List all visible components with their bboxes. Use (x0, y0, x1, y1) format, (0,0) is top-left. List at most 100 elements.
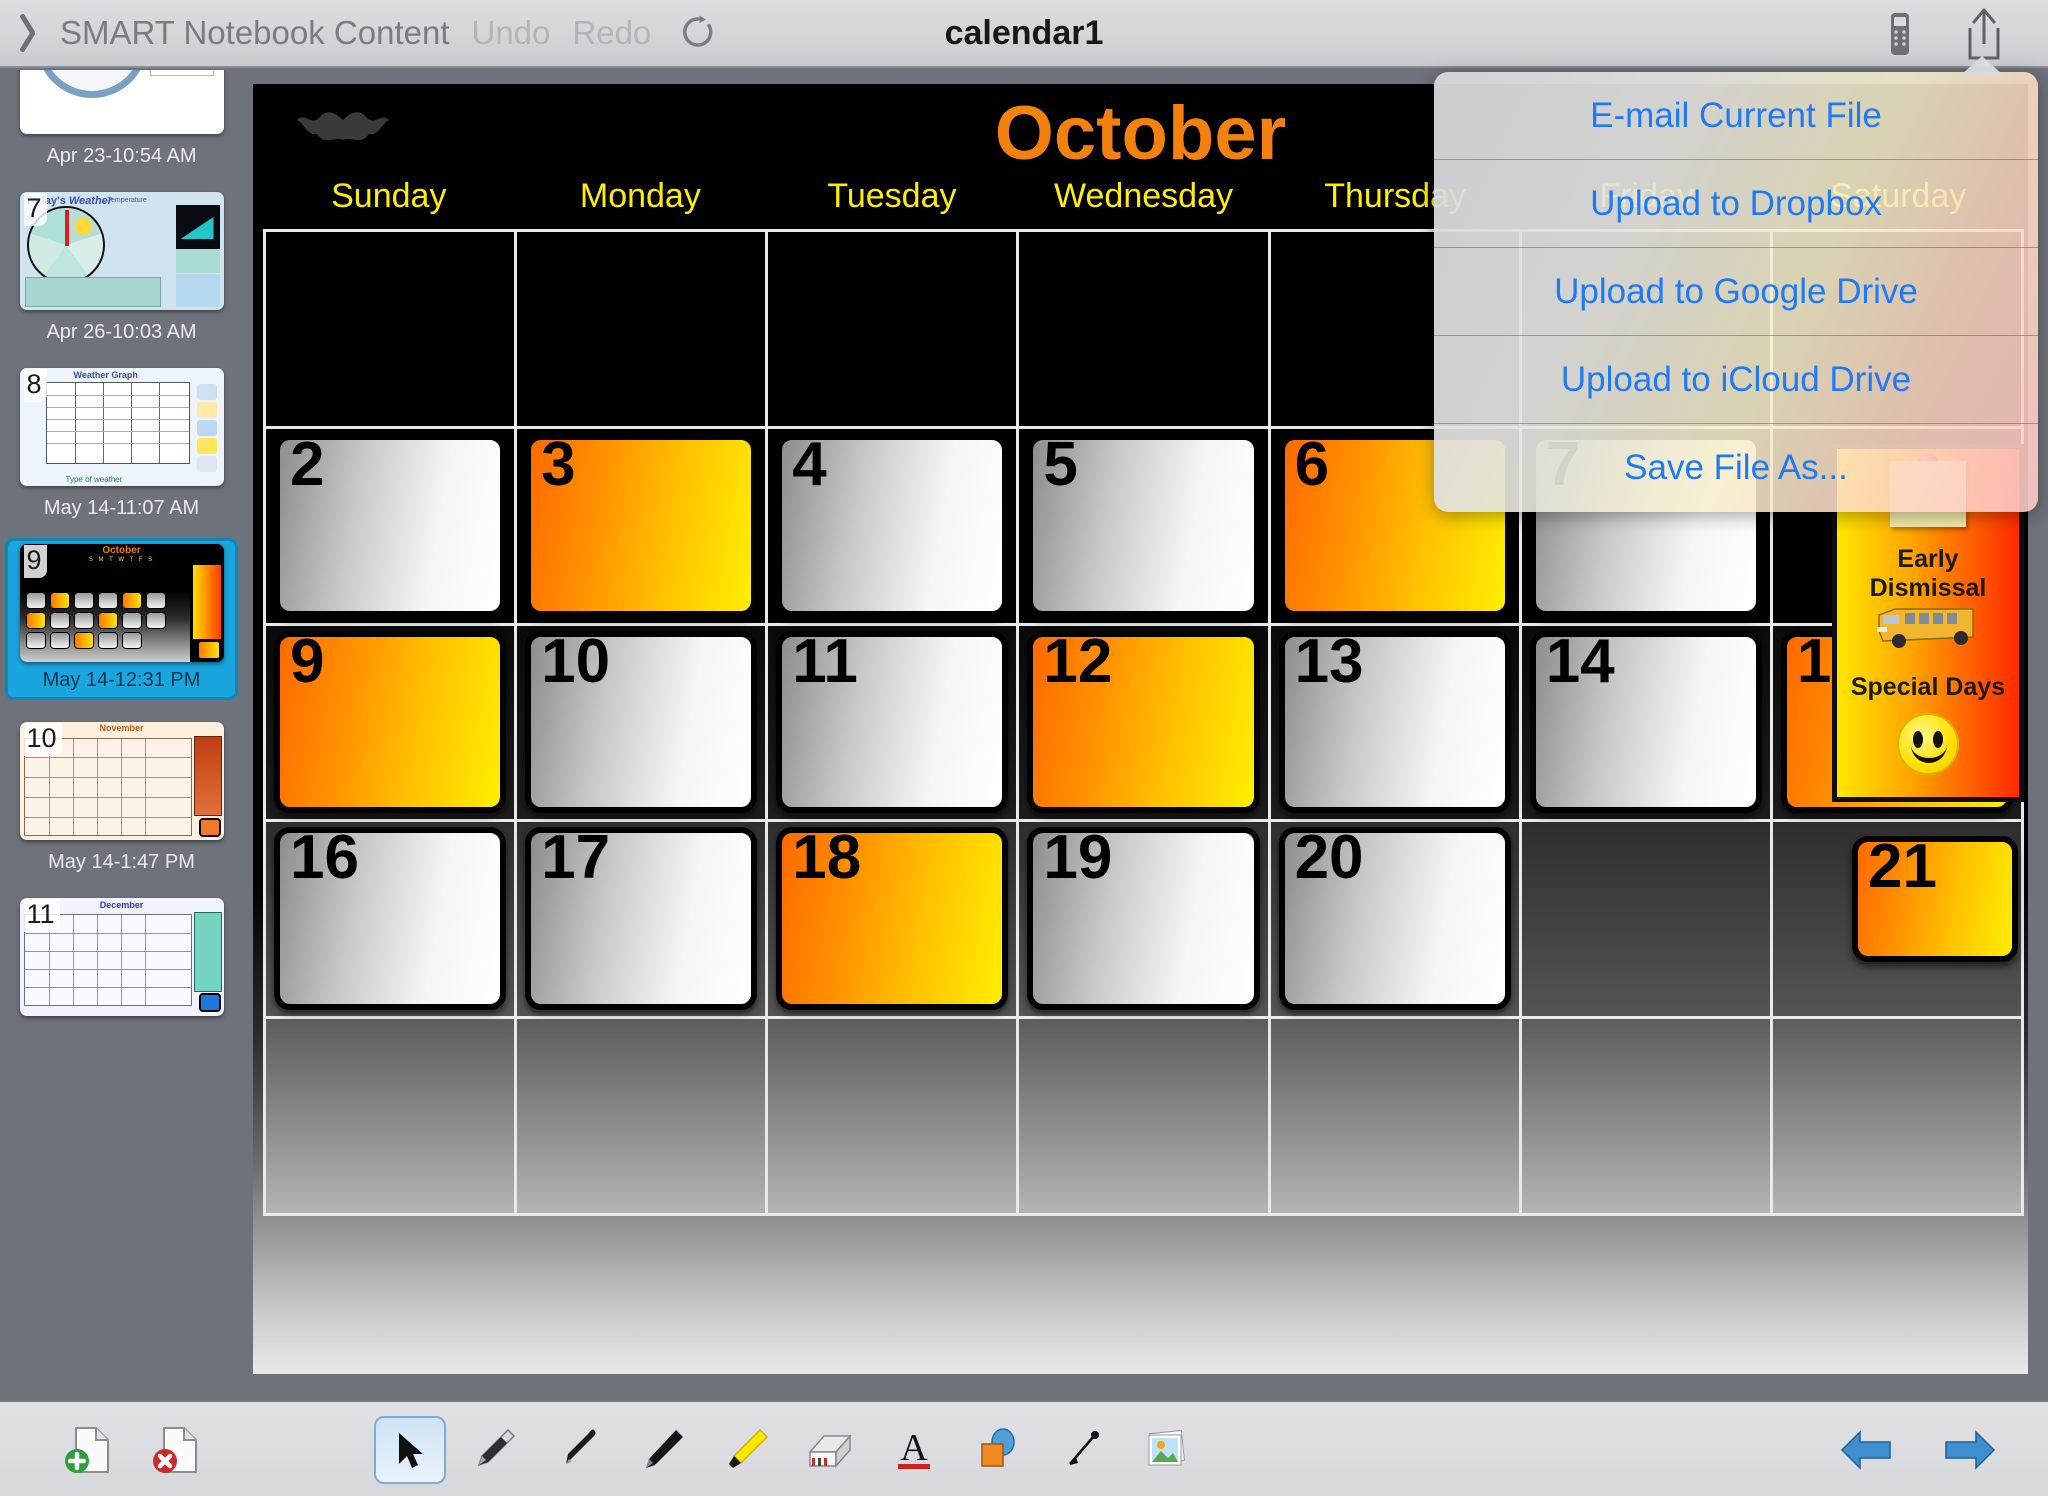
day-tile[interactable]: 20 (1278, 827, 1511, 1011)
marker-tool[interactable] (626, 1416, 698, 1484)
calendar-cell[interactable] (1019, 232, 1268, 426)
day-number: 9 (290, 626, 325, 696)
back-label[interactable]: SMART Notebook Content (60, 14, 450, 52)
previous-page-button[interactable] (1830, 1416, 1902, 1484)
sun-icon (74, 218, 92, 235)
upload-icloud-drive[interactable]: Upload to iCloud Drive (1434, 336, 2038, 424)
calendar-cell[interactable]: 9 (266, 625, 515, 820)
save-file-as[interactable]: Save File As... (1434, 424, 2038, 512)
thumbnail-page-number: 11 (23, 899, 60, 932)
undo-button[interactable]: Undo (472, 14, 551, 52)
calendar-cell[interactable]: 16 (266, 822, 515, 1017)
day-tile[interactable]: 2 (274, 433, 507, 617)
thumbnail-image[interactable]: 11 December (19, 898, 224, 1016)
calendar-cell[interactable] (768, 1019, 1017, 1213)
calendar-cell[interactable]: 11 (768, 625, 1017, 820)
sidebar-item-page-9[interactable]: 9 October S M T W T F S May 14-12:31 PM (5, 538, 238, 700)
refresh-icon[interactable] (679, 14, 717, 52)
delete-page-button[interactable] (140, 1416, 212, 1484)
list-item[interactable]: 8 Weather Graph Type of weather (5, 362, 238, 490)
email-current-file[interactable]: E-mail Current File (1434, 72, 2038, 160)
calendar-cell[interactable]: 2 (266, 428, 515, 623)
day-tile[interactable]: 3 (525, 429, 758, 617)
eraser-tool[interactable] (794, 1416, 866, 1484)
calendar-cell[interactable]: 18 (768, 822, 1017, 1017)
page-add-icon (65, 1427, 109, 1473)
day-tile[interactable]: 5 (1027, 433, 1260, 617)
list-item[interactable]: 10 November (5, 716, 238, 844)
thumbnail-page-number: 7 (23, 193, 47, 226)
remote-device-icon[interactable] (1880, 12, 1920, 56)
thumb-day-tile (198, 818, 221, 837)
floating-day-tile-21[interactable]: 21 (1852, 836, 2018, 962)
day-tile[interactable]: 19 (1027, 827, 1260, 1011)
calendar-cell[interactable]: 12 (1019, 625, 1268, 820)
redo-button[interactable]: Redo (572, 14, 651, 52)
calendar-cell[interactable]: 19 (1019, 822, 1268, 1017)
calendar-cell[interactable] (1521, 822, 1770, 1017)
calendar-cell[interactable]: 4 (768, 428, 1017, 623)
day-tile[interactable]: 14 (1529, 630, 1762, 814)
day-number: 3 (541, 429, 576, 499)
day-tile[interactable]: 18 (776, 827, 1009, 1011)
calendar-cell[interactable]: 5 (1019, 428, 1268, 623)
calendar-cell[interactable] (266, 1019, 515, 1213)
highlighter-tool[interactable] (710, 1416, 782, 1484)
shapes-tool[interactable] (962, 1416, 1034, 1484)
gallery-tool[interactable] (1130, 1416, 1202, 1484)
upload-google-drive[interactable]: Upload to Google Drive (1434, 248, 2038, 336)
day-tile[interactable]: 13 (1278, 630, 1511, 814)
calendar-cell[interactable] (768, 232, 1017, 426)
list-item[interactable]: 7 Today's Weather Temperature (5, 186, 238, 314)
thumbnail-image[interactable] (19, 70, 224, 134)
thumbnail-label: May 14-1:47 PM (48, 851, 195, 873)
day-number: 17 (541, 823, 611, 893)
upload-dropbox[interactable]: Upload to Dropbox (1434, 160, 2038, 248)
thumbnail-image[interactable]: 7 Today's Weather Temperature (19, 192, 224, 310)
day-number: 4 (792, 429, 827, 499)
calendar-cell[interactable]: 3 (517, 428, 766, 623)
list-item[interactable] (5, 70, 238, 138)
calendar-cell[interactable]: 10 (517, 625, 766, 820)
wind-speed-box (175, 249, 220, 273)
day-tile[interactable]: 16 (274, 827, 507, 1011)
day-tile[interactable]: 17 (525, 823, 758, 1011)
calendar-cell[interactable]: 20 (1270, 822, 1519, 1017)
share-upload-icon[interactable] (1956, 6, 2012, 62)
page-thumbnail-sidebar[interactable]: Apr 23-10:54 AM 7 Today's Weather Temper… (0, 70, 243, 1400)
day-tile[interactable]: 4 (776, 429, 1009, 617)
thumb-legend-strip (193, 912, 222, 992)
calendar-cell[interactable]: 13 (1270, 625, 1519, 820)
calendar-cell[interactable] (517, 232, 766, 426)
calendar-cell[interactable] (266, 232, 515, 426)
calendar-cell[interactable] (1019, 1019, 1268, 1213)
day-tile[interactable]: 11 (776, 630, 1009, 814)
thumbnail-label: May 14-11:07 AM (43, 497, 200, 519)
text-tool[interactable]: A (878, 1416, 950, 1484)
calendar-cell[interactable] (1521, 1019, 1770, 1213)
day-tile[interactable]: 12 (1027, 630, 1260, 814)
next-page-button[interactable] (1934, 1416, 2006, 1484)
day-tile[interactable]: 10 (525, 630, 758, 814)
back-chevron-icon[interactable] (18, 11, 52, 55)
select-tool[interactable] (374, 1416, 446, 1484)
line-tool[interactable] (1046, 1416, 1118, 1484)
day-number: 6 (1294, 429, 1330, 499)
day-tile[interactable]: 9 (274, 626, 507, 814)
calendar-cell[interactable]: 17 (517, 822, 766, 1017)
calendar-cell[interactable] (1772, 1019, 2021, 1213)
calendar-cell[interactable] (517, 1019, 766, 1213)
thumbnail-image[interactable]: 8 Weather Graph Type of weather (19, 368, 224, 486)
pen-tool[interactable] (458, 1416, 530, 1484)
share-popover-menu[interactable]: E-mail Current File Upload to Dropbox Uplo… (1434, 72, 2038, 512)
calendar-cell[interactable]: 14 (1521, 625, 1770, 820)
calligraphy-pen-tool[interactable] (542, 1416, 614, 1484)
smiley-face-icon (1897, 713, 1959, 775)
thumbnail-image[interactable]: 10 November (19, 722, 224, 840)
thumbnail-image[interactable]: 9 October S M T W T F S (19, 544, 224, 662)
thumb-weekday-row: S M T W T F S (88, 557, 155, 563)
calendar-cell[interactable] (1270, 1019, 1519, 1213)
add-page-button[interactable] (52, 1416, 124, 1484)
list-item[interactable]: 11 December (5, 892, 238, 1020)
arrow-left-icon (1840, 1430, 1891, 1470)
